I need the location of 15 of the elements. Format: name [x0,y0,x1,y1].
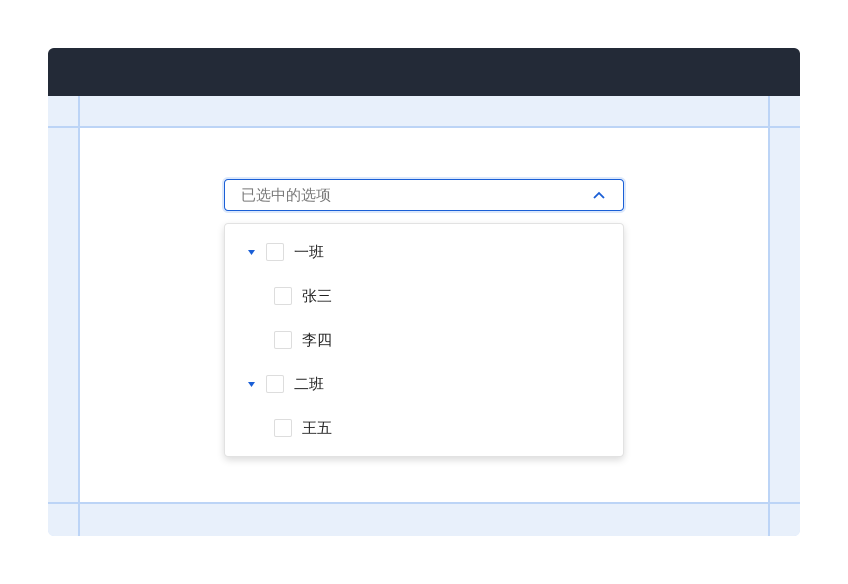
margin-area [48,96,78,126]
checkbox[interactable] [266,375,284,393]
margin-area [770,504,800,536]
tree-item-label[interactable]: 王五 [302,418,332,438]
tree-item-label[interactable]: 二班 [294,374,324,394]
select-field[interactable]: 已选中的选项 [224,179,624,211]
tree-item-label[interactable]: 一班 [294,242,324,262]
checkbox[interactable] [274,287,292,305]
tree-item-label[interactable]: 张三 [302,286,332,306]
checkbox[interactable] [274,331,292,349]
checkbox[interactable] [266,243,284,261]
margin-area [770,96,800,126]
margin-area [48,504,78,536]
checkbox[interactable] [274,419,292,437]
tree-item-label[interactable]: 李四 [302,330,332,350]
